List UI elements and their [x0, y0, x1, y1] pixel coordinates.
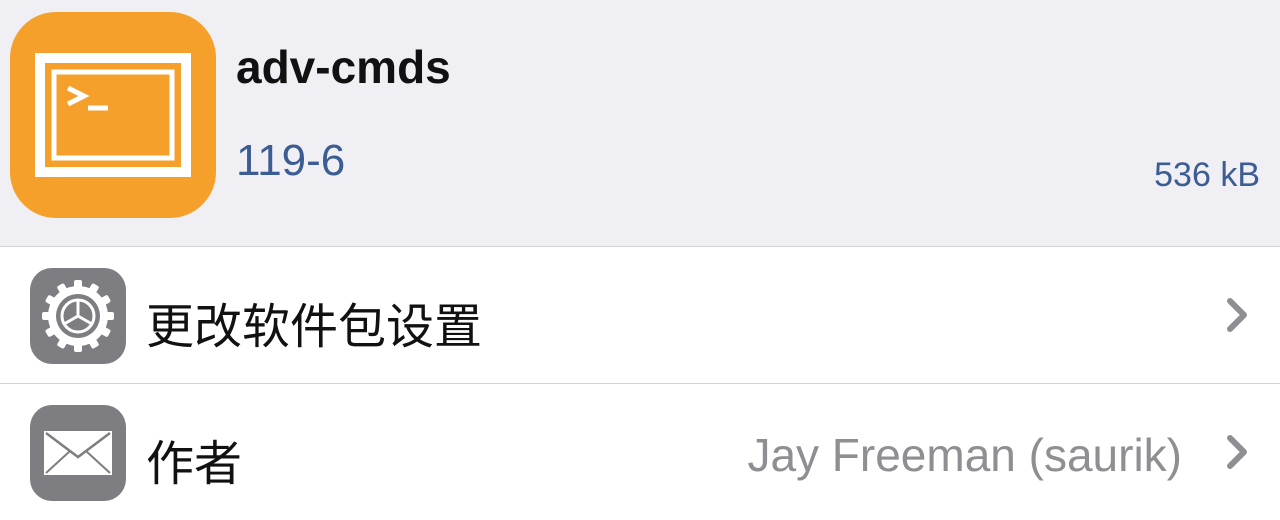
package-header: adv-cmds 119-6 536 kB	[0, 0, 1280, 247]
row-label: 作者	[146, 438, 243, 491]
package-size: 536 kB	[1154, 156, 1260, 194]
author-name: Jay Freeman (saurik)	[747, 429, 1182, 481]
mail-icon	[30, 405, 126, 501]
chevron-right-icon	[1222, 295, 1252, 335]
change-package-settings-row[interactable]: 更改软件包设置	[0, 247, 1280, 383]
package-version: 119-6	[236, 136, 346, 185]
package-name: adv-cmds	[236, 41, 451, 93]
terminal-icon	[10, 12, 216, 218]
row-label: 更改软件包设置	[146, 301, 483, 354]
gear-icon	[30, 268, 126, 364]
chevron-right-icon	[1222, 432, 1252, 472]
author-row[interactable]: 作者 Jay Freeman (saurik)	[0, 384, 1280, 520]
